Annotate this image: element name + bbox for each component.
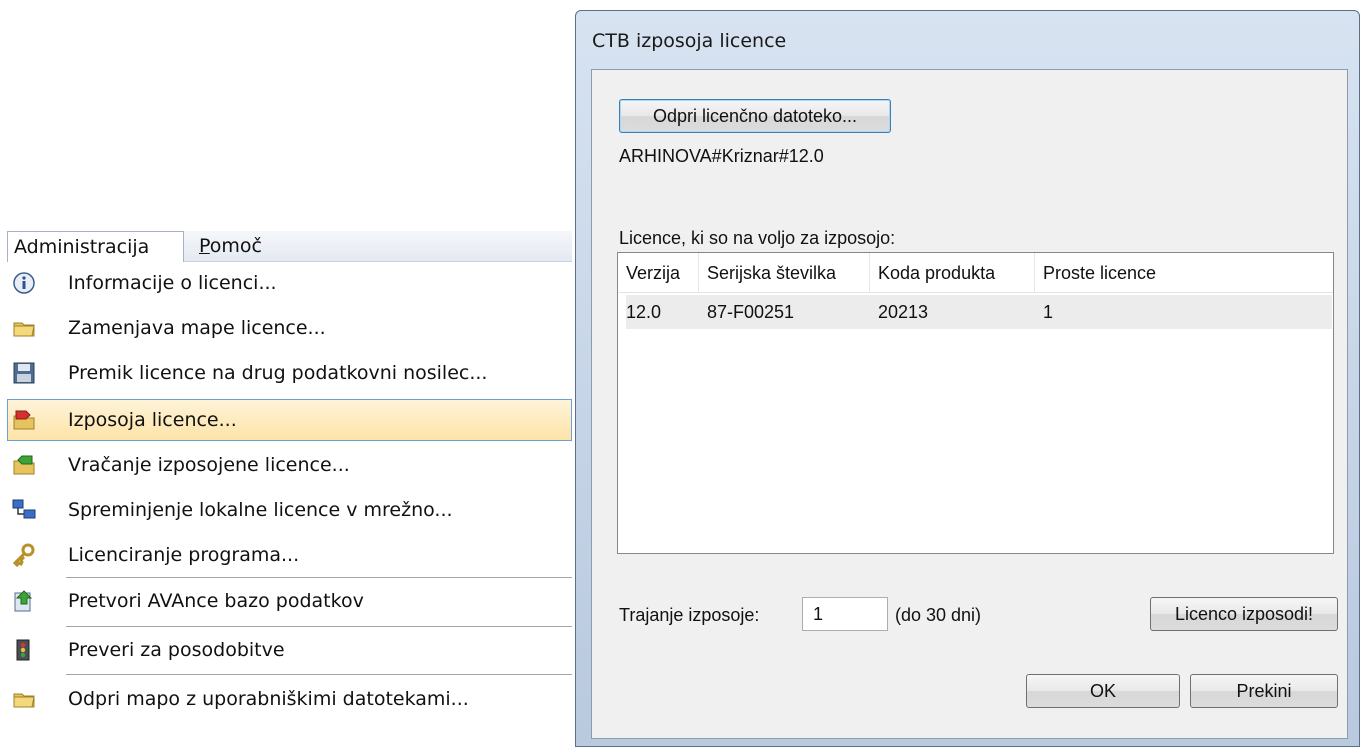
column-header-product-code[interactable]: Koda produkta <box>870 253 1035 293</box>
menu-item-label: Premik licence na drug podatkovni nosile… <box>68 362 488 384</box>
menu-item-label: Vračanje izposojene licence... <box>68 454 350 476</box>
borrow-license-button[interactable]: Licenco izposodi! <box>1150 597 1338 631</box>
folder-icon <box>13 322 35 337</box>
menu-tab-label: Administracija <box>14 236 150 258</box>
column-header-free-licenses[interactable]: Proste licence <box>1035 253 1199 293</box>
menu-item-label: Odpri mapo z uporabniškimi datotekami... <box>68 688 469 710</box>
floppy-disk-icon <box>13 362 35 384</box>
menu-item-check-updates[interactable]: Preveri za posodobitve <box>7 629 572 671</box>
menu-tab-mnemonic: P <box>199 235 210 257</box>
menu-separator <box>66 626 572 627</box>
menu-item-local-to-network[interactable]: Spreminjenje lokalne licence v mrežno... <box>7 489 572 531</box>
menu-item-label: Spreminjenje lokalne licence v mrežno... <box>68 499 453 521</box>
menu-item-borrow-license[interactable]: Izposoja licence... <box>7 399 572 441</box>
cell-version: 12.0 <box>626 302 662 322</box>
administracija-menu: Informacije o licenci... Zamenjava mape … <box>7 262 572 747</box>
cell-serial: 87-F00251 <box>707 302 795 322</box>
menu-item-label: Informacije o licenci... <box>68 272 277 294</box>
menu-item-label: Licenciranje programa... <box>68 544 300 566</box>
borrow-license-dialog: CTB izposoja licence Odpri licenčno dato… <box>575 10 1360 747</box>
menu-item-label: Preveri za posodobitve <box>68 639 285 661</box>
menu-item-program-licensing[interactable]: Licenciranje programa... <box>7 534 572 576</box>
duration-label: Trajanje izposoje: <box>619 605 760 625</box>
available-licenses-label: Licence, ki so na voljo za izposojo: <box>619 228 896 248</box>
menu-tab-administracija[interactable]: Administracija <box>7 231 184 262</box>
table-row[interactable]: 12.0 87-F00251 20213 1 <box>626 295 1332 329</box>
ok-button[interactable]: OK <box>1026 674 1180 708</box>
menu-item-return-license[interactable]: Vračanje izposojene licence... <box>7 444 572 486</box>
dialog-title: CTB izposoja licence <box>592 30 787 52</box>
folder-red-arrow-icon <box>13 410 35 430</box>
table-header: Verzija Serijska številka Koda produkta … <box>618 253 1333 293</box>
menu-separator <box>66 674 572 675</box>
network-computers-icon <box>12 499 36 519</box>
menu-separator <box>66 577 572 578</box>
column-header-serial[interactable]: Serijska številka <box>699 253 870 293</box>
key-icon <box>12 543 35 567</box>
convert-database-icon <box>14 590 33 612</box>
duration-hint: (do 30 dni) <box>895 605 982 625</box>
cell-free-licenses: 1 <box>1043 302 1054 322</box>
folder-green-arrow-icon <box>13 455 35 475</box>
cell-product-code: 20213 <box>878 302 929 322</box>
menu-item-convert-avance[interactable]: Pretvori AVAnce bazo podatkov <box>7 580 572 622</box>
menu-item-move-license[interactable]: Premik licence na drug podatkovni nosile… <box>7 352 572 394</box>
folder-icon <box>13 693 35 708</box>
licenses-table[interactable]: Verzija Serijska številka Koda produkta … <box>617 252 1334 554</box>
menu-item-label: Pretvori AVAnce bazo podatkov <box>68 590 364 612</box>
info-icon <box>13 272 35 294</box>
menu-item-label: Izposoja licence... <box>68 409 237 431</box>
duration-input[interactable]: 1 <box>802 597 888 631</box>
menu-bar: Administracija Pomoč <box>7 231 572 262</box>
open-license-file-button[interactable]: Odpri licenčno datoteko... <box>619 99 891 133</box>
menu-item-license-info[interactable]: Informacije o licenci... <box>7 262 572 304</box>
menu-tab-pomoc[interactable]: Pomoč <box>193 231 268 262</box>
menu-item-change-license-folder[interactable]: Zamenjava mape licence... <box>7 307 572 349</box>
column-header-version[interactable]: Verzija <box>618 253 699 293</box>
menu-item-label: Zamenjava mape licence... <box>68 317 326 339</box>
cancel-button[interactable]: Prekini <box>1190 674 1338 708</box>
menu-tab-label: omoč <box>209 235 262 257</box>
dialog-client-area: Odpri licenčno datoteko... ARHINOVA#Kriz… <box>591 69 1348 739</box>
menu-item-open-user-folder[interactable]: Odpri mapo z uporabniškimi datotekami... <box>7 678 572 720</box>
update-check-icon <box>16 639 30 661</box>
license-file-name: ARHINOVA#Kriznar#12.0 <box>619 146 824 166</box>
